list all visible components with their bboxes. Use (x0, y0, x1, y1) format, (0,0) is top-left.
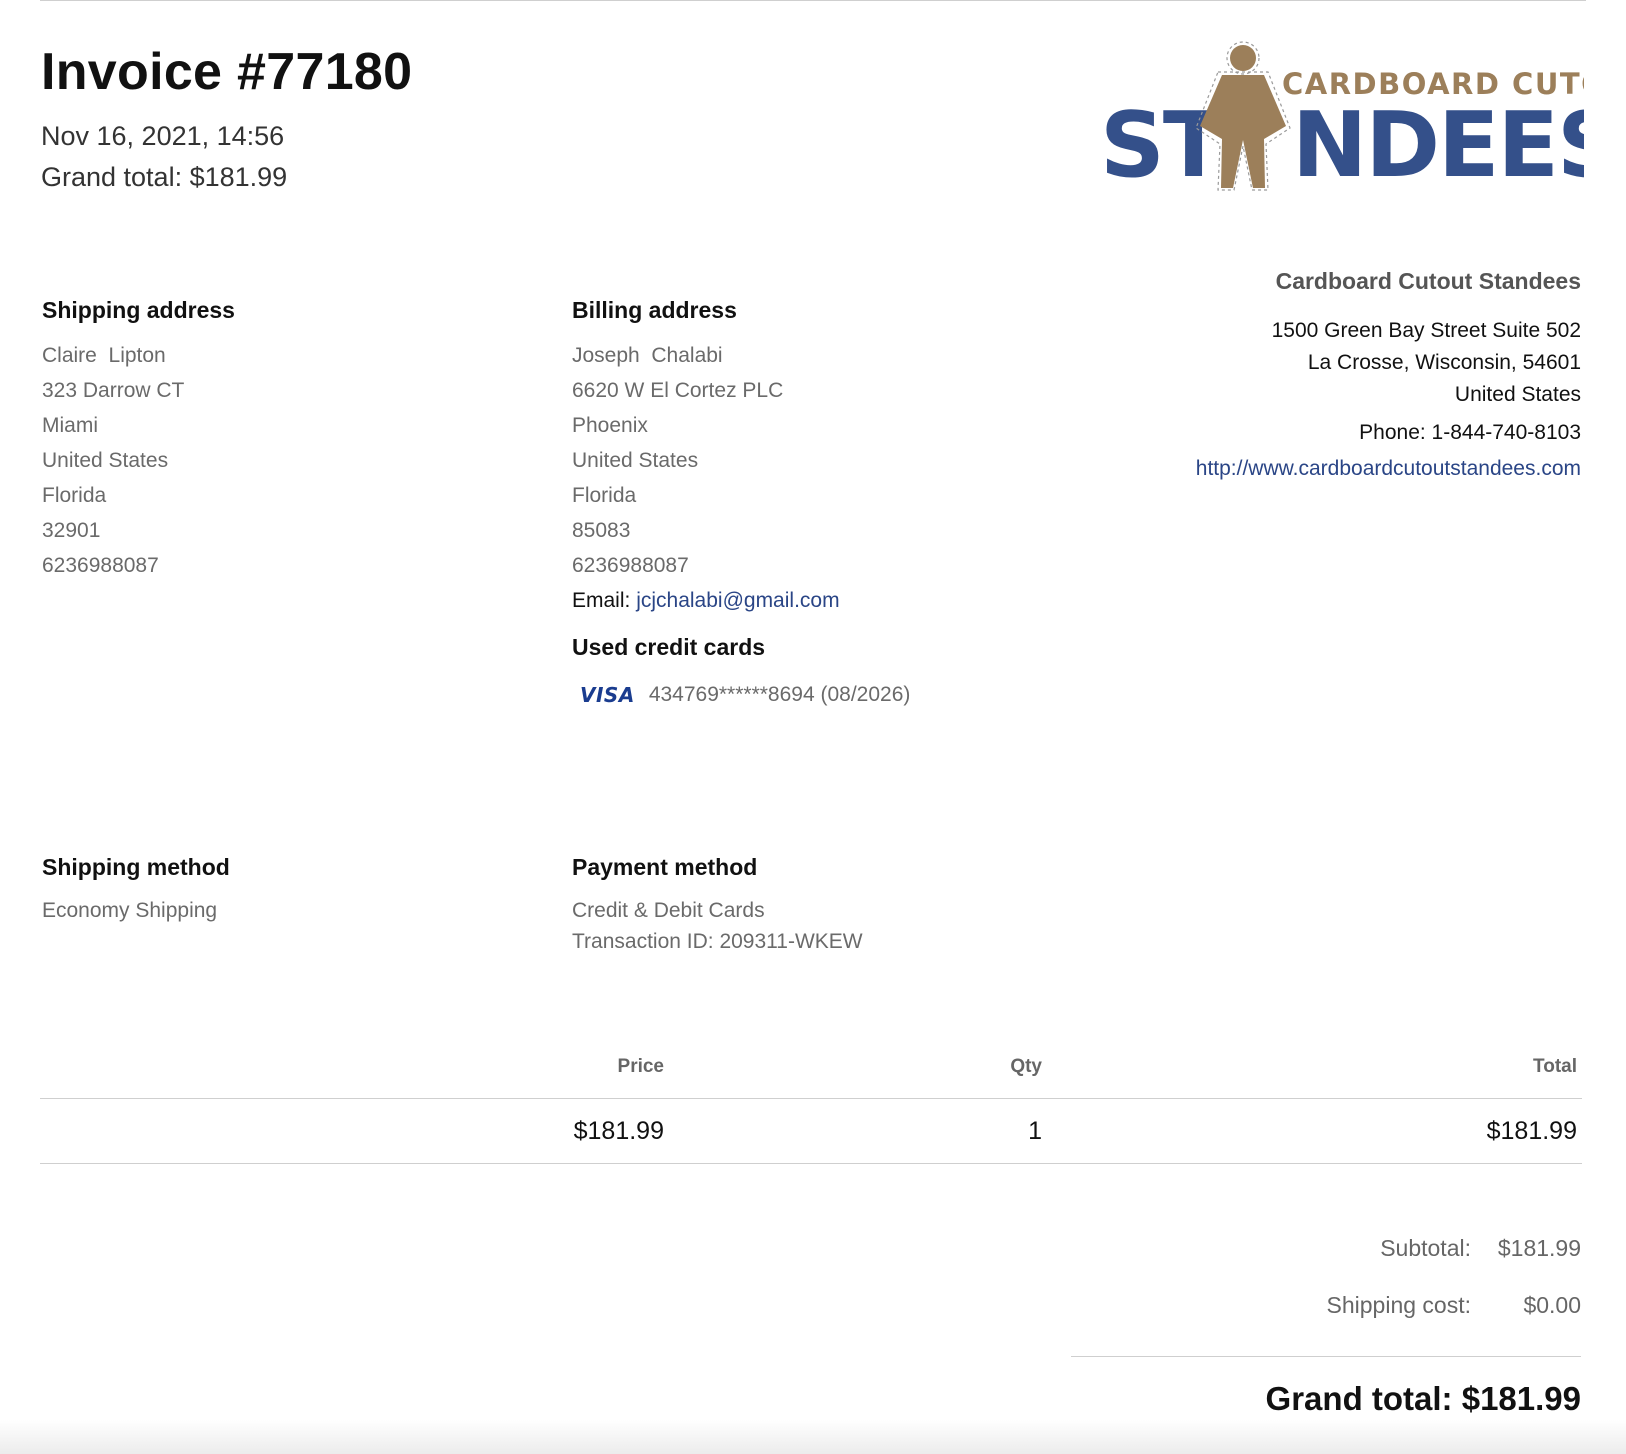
shipping-city: Miami (42, 414, 98, 437)
item-total: $181.99 (1486, 1117, 1577, 1145)
company-info: Cardboard Cutout Standees 1500 Green Bay… (1196, 268, 1581, 487)
company-phone: Phone: 1-844-740-8103 (1359, 421, 1581, 444)
subtotal-value: $181.99 (1497, 1235, 1581, 1261)
item-qty: 1 (1028, 1117, 1042, 1145)
shipping-method-heading: Shipping method (42, 854, 230, 880)
invoice-date: Nov 16, 2021, 14:56 (41, 121, 285, 151)
bottom-shadow (0, 1420, 1626, 1454)
top-divider (40, 0, 1586, 1)
logo-word-start: ST (1100, 93, 1224, 198)
email-label: Email: (572, 589, 637, 612)
shipping-phone: 6236988087 (42, 554, 159, 577)
payment-method-heading: Payment method (572, 854, 758, 880)
payment-method-value: Credit & Debit Cards (572, 899, 765, 922)
visa-icon: VISA (580, 683, 635, 707)
invoice-header: Invoice #77180 Nov 16, 2021, 14:56 Grand… (41, 42, 412, 198)
billing-name: Joseph Chalabi (572, 344, 723, 367)
credit-card-row: VISA 434769******8694 (08/2026) (572, 683, 910, 707)
column-header-qty: Qty (1010, 1056, 1042, 1077)
invoice-grand-total: Grand total: $181.99 (41, 162, 288, 192)
billing-address-section: Billing address Joseph Chalabi 6620 W El… (572, 297, 910, 707)
totals-divider (1071, 1356, 1581, 1357)
shipping-state: Florida (42, 484, 107, 507)
shipping-address-section: Shipping address Claire Lipton 323 Darro… (42, 297, 235, 583)
shipping-cost-label: Shipping cost: (1326, 1292, 1471, 1318)
payment-method-section: Payment method Credit & Debit Cards Tran… (572, 854, 863, 957)
billing-zip: 85083 (572, 519, 631, 542)
company-logo: CARDBOARD CUTOUT ST NDEES (1100, 41, 1584, 198)
billing-address-heading: Billing address (572, 297, 737, 323)
shipping-zip: 32901 (42, 519, 101, 542)
billing-city: Phoenix (572, 414, 648, 437)
table-row: $181.99 1 $181.99 (40, 1099, 1582, 1163)
shipping-method-value: Economy Shipping (42, 899, 218, 922)
shipping-country: United States (42, 449, 169, 472)
totals-summary: Subtotal: $181.99 Shipping cost: $0.00 (1071, 1220, 1581, 1357)
company-address-line: 1500 Green Bay Street Suite 502 (1271, 319, 1581, 342)
billing-state: Florida (572, 484, 637, 507)
billing-street: 6620 W El Cortez PLC (572, 379, 784, 402)
column-header-price: Price (617, 1056, 664, 1077)
transaction-id: Transaction ID: 209311-WKEW (572, 930, 863, 953)
shipping-name: Claire Lipton (42, 344, 166, 367)
column-header-total: Total (1533, 1056, 1577, 1077)
invoice-title: Invoice #77180 (41, 43, 413, 101)
shipping-cost-value: $0.00 (1523, 1292, 1581, 1318)
line-items-table: Price Qty Total $181.99 1 $181.99 (40, 1040, 1582, 1164)
shipping-cost-row: Shipping cost: $0.00 (1081, 1277, 1581, 1334)
shipping-method-section: Shipping method Economy Shipping (42, 854, 230, 926)
subtotal-label: Subtotal: (1380, 1235, 1471, 1261)
billing-email-link[interactable]: jcjchalabi@gmail.com (636, 589, 839, 612)
shipping-street: 323 Darrow CT (42, 379, 185, 402)
subtotal-row: Subtotal: $181.99 (1081, 1220, 1581, 1277)
company-address-line: United States (1454, 383, 1581, 406)
item-price: $181.99 (573, 1117, 664, 1145)
credit-cards-heading: Used credit cards (572, 634, 766, 660)
logo-word-end: NDEES (1292, 93, 1584, 198)
company-website-link[interactable]: http://www.cardboardcutoutstandees.com (1196, 451, 1581, 487)
company-name: Cardboard Cutout Standees (1275, 268, 1581, 294)
billing-email-row: Email: jcjchalabi@gmail.com (572, 583, 910, 618)
table-header: Price Qty Total (40, 1040, 1582, 1098)
shipping-address-heading: Shipping address (42, 297, 235, 323)
company-address-line: La Crosse, Wisconsin, 54601 (1307, 351, 1581, 374)
grand-total: Grand total: $181.99 (1265, 1380, 1581, 1417)
billing-country: United States (572, 449, 699, 472)
billing-phone: 6236988087 (572, 554, 689, 577)
table-divider (40, 1163, 1582, 1164)
credit-card-number: 434769******8694 (08/2026) (648, 683, 911, 706)
